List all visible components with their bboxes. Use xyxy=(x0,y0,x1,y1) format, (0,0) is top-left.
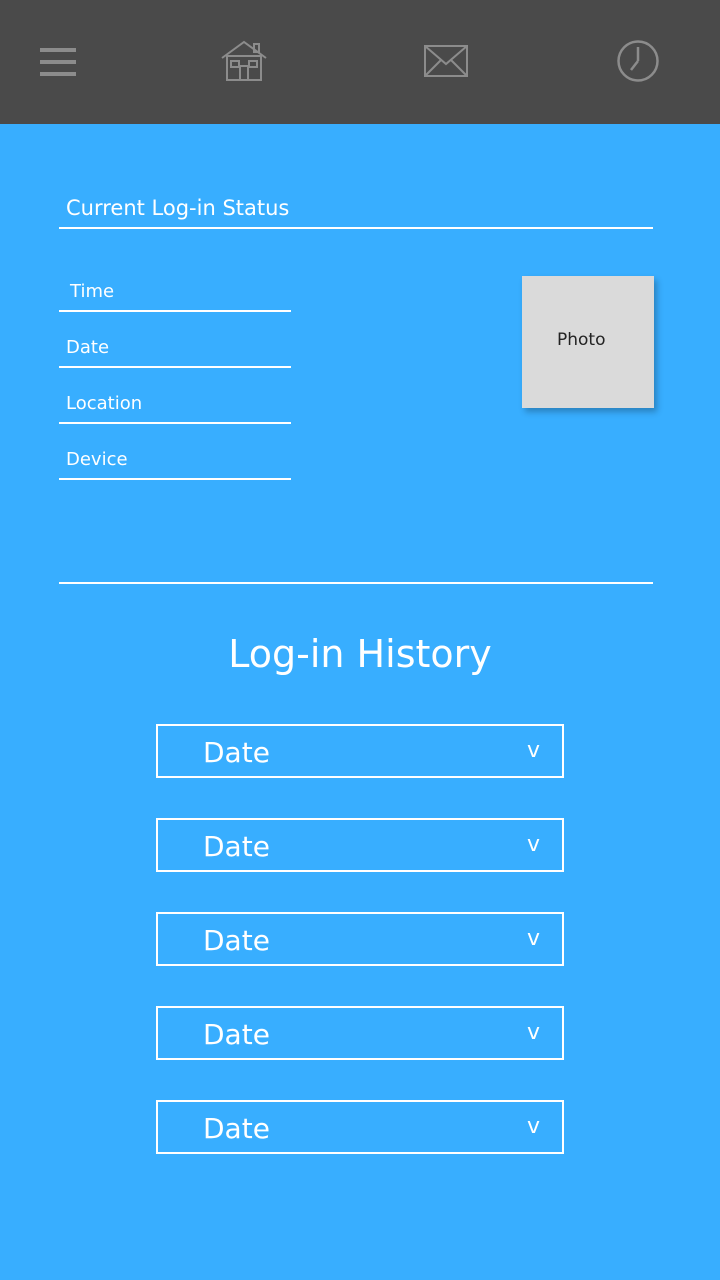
history-date-label: Date xyxy=(203,736,270,769)
time-label: Time xyxy=(70,281,115,302)
date-field: Date xyxy=(59,332,291,368)
user-photo: Photo xyxy=(522,276,654,408)
device-field: Device xyxy=(59,444,291,480)
chevron-down-icon: v xyxy=(526,1020,540,1045)
chevron-down-icon: v xyxy=(526,1114,540,1139)
history-dropdown[interactable]: Date v xyxy=(156,818,564,872)
section-divider xyxy=(59,582,653,584)
history-dropdown[interactable]: Date v xyxy=(156,724,564,778)
history-dropdown[interactable]: Date v xyxy=(156,912,564,966)
history-dropdown[interactable]: Date v xyxy=(156,1100,564,1154)
history-date-label: Date xyxy=(203,1018,270,1051)
device-label: Device xyxy=(66,449,128,470)
current-status-title: Current Log-in Status xyxy=(66,196,290,220)
home-icon[interactable] xyxy=(220,38,268,82)
photo-label: Photo xyxy=(557,330,606,350)
top-nav-bar xyxy=(0,0,720,124)
date-label: Date xyxy=(66,337,110,358)
location-field: Location xyxy=(59,388,291,424)
hamburger-menu-icon[interactable] xyxy=(38,44,78,80)
history-date-label: Date xyxy=(203,1112,270,1145)
title-divider xyxy=(59,227,653,229)
history-date-label: Date xyxy=(203,924,270,957)
mail-icon[interactable] xyxy=(424,44,470,78)
chevron-down-icon: v xyxy=(526,738,540,763)
history-title: Log-in History xyxy=(228,632,492,676)
chevron-down-icon: v xyxy=(526,926,540,951)
clock-icon[interactable] xyxy=(616,39,660,83)
time-field: Time xyxy=(59,276,291,312)
chevron-down-icon: v xyxy=(526,832,540,857)
location-label: Location xyxy=(66,393,143,414)
history-dropdown[interactable]: Date v xyxy=(156,1006,564,1060)
history-date-label: Date xyxy=(203,830,270,863)
